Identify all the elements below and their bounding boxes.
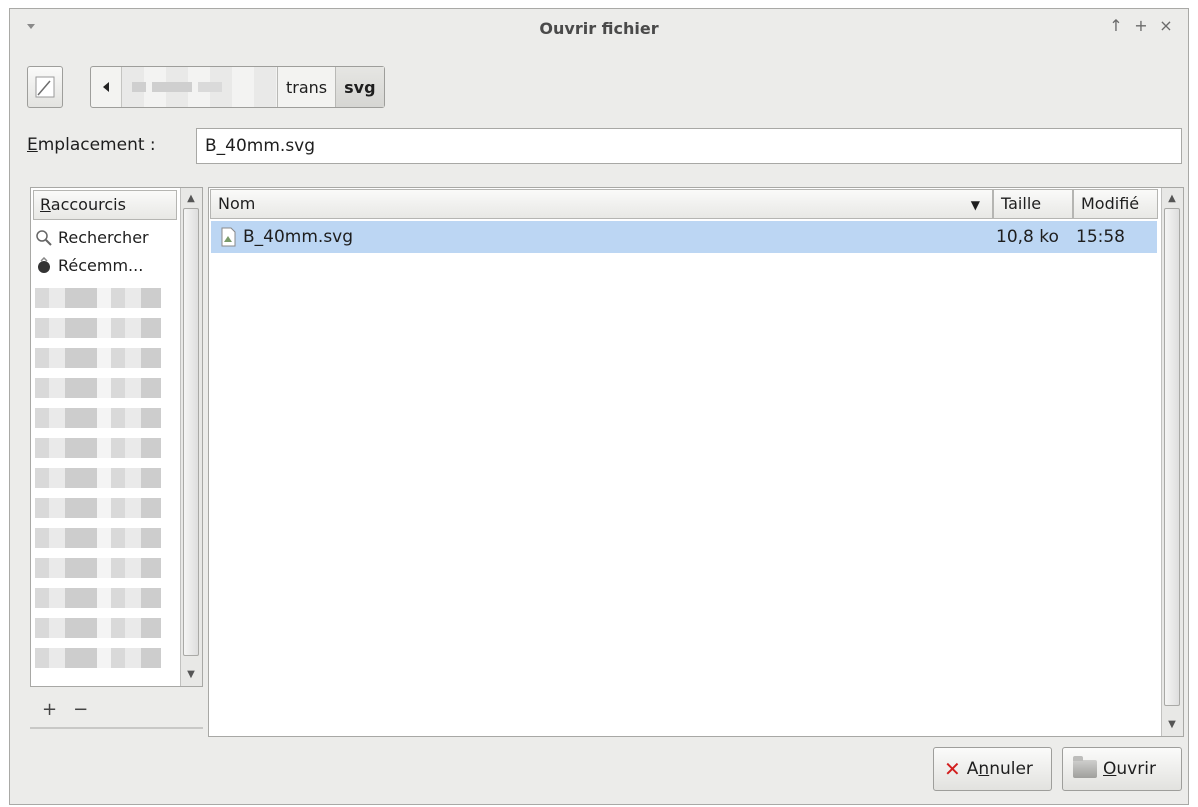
recent-icon <box>38 257 50 273</box>
shortcuts-panel: Raccourcis Rechercher Récemm... ▲ ▼ <box>30 187 203 687</box>
close-button[interactable]: × <box>1157 17 1175 35</box>
shortcuts-header[interactable]: Raccourcis <box>33 190 177 220</box>
type-filename-toggle-button[interactable] <box>27 66 63 108</box>
file-name: B_40mm.svg <box>243 227 354 247</box>
cancel-label: Annuler <box>966 759 1033 779</box>
keep-above-button[interactable]: ↑ <box>1107 17 1125 35</box>
scroll-down-icon[interactable]: ▼ <box>1164 716 1180 734</box>
shortcuts-scrollbar[interactable]: ▲ ▼ <box>180 188 202 686</box>
arrow-left-icon <box>103 82 109 92</box>
file-modified: 15:58 <box>1076 227 1125 247</box>
shortcut-label: Récemm... <box>58 256 144 275</box>
path-bar: trans svg <box>90 66 385 108</box>
title-bar: Ouvrir fichier ↑ + × <box>10 9 1188 49</box>
shortcuts-scroll-thumb[interactable] <box>183 208 199 656</box>
sort-down-icon: ▼ <box>970 198 980 212</box>
open-button[interactable]: Ouvrir <box>1062 747 1182 791</box>
location-label: Emplacement : <box>27 135 156 155</box>
scroll-down-icon[interactable]: ▼ <box>183 666 199 684</box>
panel-separator <box>30 727 203 729</box>
cancel-icon: ✕ <box>944 757 961 781</box>
path-segment-svg[interactable]: svg <box>335 67 384 107</box>
cancel-button[interactable]: ✕ Annuler <box>933 747 1052 791</box>
column-name-header[interactable]: Nom ▼ <box>210 189 993 219</box>
redacted-bookmarks-list[interactable] <box>35 288 161 668</box>
add-bookmark-button[interactable]: + <box>42 699 57 720</box>
file-open-dialog: Ouvrir fichier ↑ + × trans svg Emplaceme… <box>9 8 1189 805</box>
bookmark-controls: + − <box>42 699 88 720</box>
scroll-up-icon[interactable]: ▲ <box>183 190 199 208</box>
shortcut-label: Rechercher <box>58 228 149 247</box>
location-input[interactable] <box>196 128 1182 164</box>
path-segment-redacted[interactable] <box>122 67 277 107</box>
path-scroll-left-button[interactable] <box>91 67 122 107</box>
scroll-up-icon[interactable]: ▲ <box>1164 190 1180 208</box>
file-list-header: Nom ▼ Taille Modifié <box>210 189 1158 219</box>
remove-bookmark-button[interactable]: − <box>73 699 88 720</box>
path-segment-trans[interactable]: trans <box>277 67 335 107</box>
folder-icon <box>1073 756 1097 778</box>
file-list-scroll-thumb[interactable] <box>1164 208 1180 706</box>
search-icon <box>36 230 52 246</box>
file-row[interactable]: B_40mm.svg 10,8 ko 15:58 <box>211 221 1157 253</box>
column-size-header[interactable]: Taille <box>993 189 1073 219</box>
file-list-scrollbar[interactable]: ▲ ▼ <box>1161 188 1183 736</box>
window-title: Ouvrir fichier <box>539 19 659 38</box>
open-label: Ouvrir <box>1103 759 1156 779</box>
pencil-icon <box>35 76 55 98</box>
svg-file-icon <box>221 227 236 247</box>
file-size: 10,8 ko <box>996 227 1059 247</box>
shortcut-recent[interactable]: Récemm... <box>35 252 143 280</box>
file-list: Nom ▼ Taille Modifié B_40mm.svg 10,8 ko … <box>208 187 1184 737</box>
column-modified-header[interactable]: Modifié <box>1073 189 1158 219</box>
shortcut-search[interactable]: Rechercher <box>35 224 149 252</box>
maximize-button[interactable]: + <box>1132 17 1150 35</box>
